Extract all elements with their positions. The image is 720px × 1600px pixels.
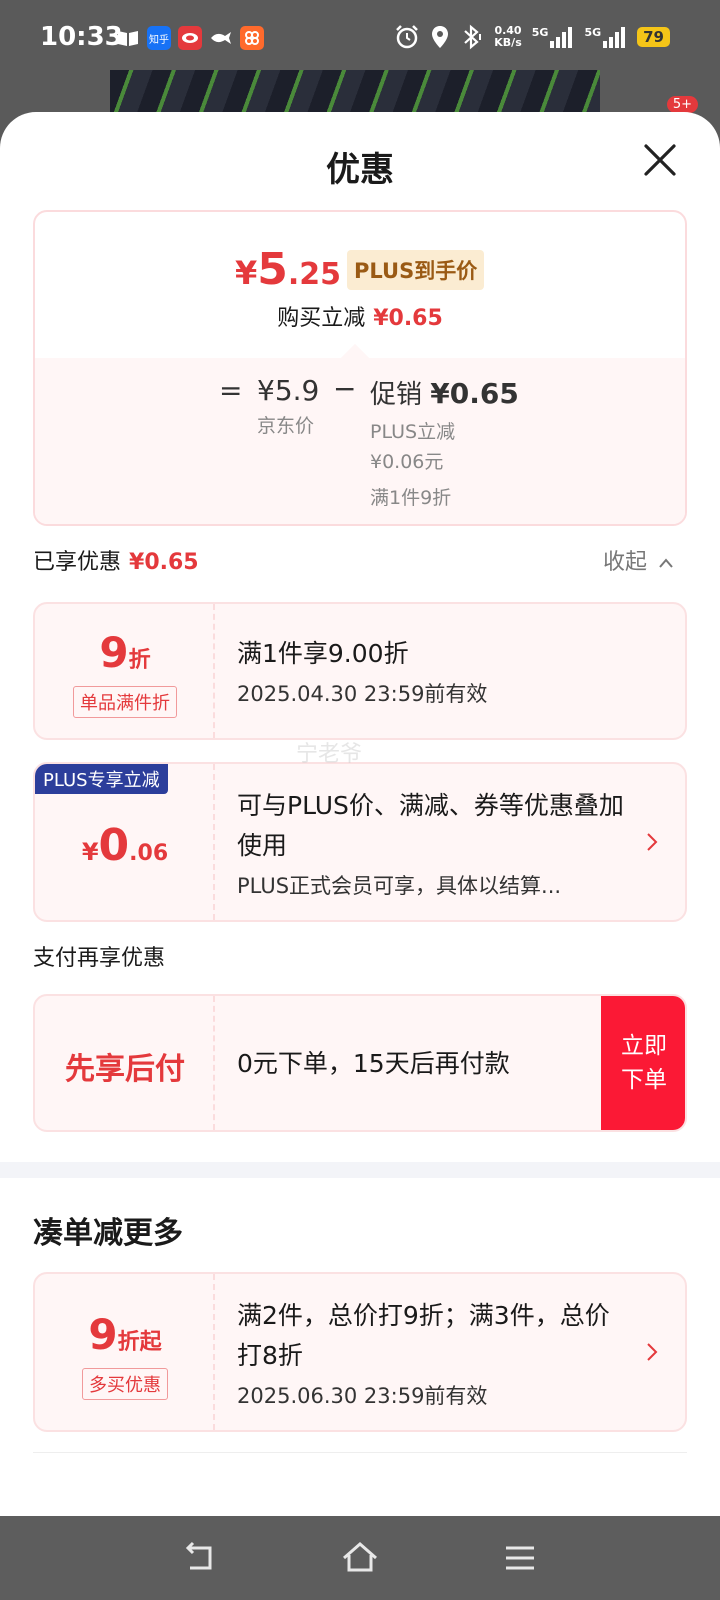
discount-rate: 9折 [99, 628, 151, 677]
signal-1: 5G [532, 26, 575, 48]
clock: 10:33 [40, 22, 123, 52]
bluetooth-icon [464, 24, 482, 50]
location-icon [432, 26, 449, 48]
home-icon[interactable] [340, 1538, 380, 1578]
chevron-right-icon [647, 833, 658, 851]
app-orange-icon [240, 26, 264, 50]
signal-2: 5G [584, 26, 627, 48]
coupon-plus[interactable]: PLUS专享立减 ¥0.06 可与PLUS价、满减、券等优惠叠加使用 PLUS正… [33, 762, 687, 922]
plus-ribbon: PLUS专享立减 [35, 764, 168, 794]
status-right: 0.40 KB/s 5G 5G 79 [394, 24, 670, 50]
collapse-button[interactable]: 收起 [603, 544, 674, 576]
coupon-expiry: 2025.04.30 23:59前有效 [237, 682, 488, 706]
net-speed: 0.40 KB/s [494, 24, 522, 49]
alarm-icon [396, 25, 419, 49]
pay-later-desc: 0元下单，15天后再付款 [237, 1049, 510, 1078]
status-bar: 10:33 知乎 0.40 KB/s 5G 5G 79 [0, 0, 720, 80]
chevron-up-icon [659, 558, 673, 568]
coupon-title: 满1件享9.00折 [237, 639, 409, 668]
reduce-line: 购买立减 ¥0.65 [277, 306, 443, 331]
coupon-multi-buy[interactable]: 9折起 多买优惠 满2件，总价打9折；满3件，总价打8折 2025.06.30 … [33, 1272, 687, 1432]
price-breakdown: = ¥5.9 京东价 − 促销 ¥0.65 PLUS立减 ¥0.06元 满1件9… [35, 343, 685, 524]
coupon-title: 满2件，总价打9折；满3件，总价打8折 [237, 1301, 610, 1370]
back-icon[interactable] [180, 1538, 220, 1578]
coupon-tag: 单品满件折 [73, 686, 177, 718]
app-red-icon [178, 26, 202, 50]
sheet-title: 优惠 [326, 150, 394, 190]
order-now-button[interactable]: 立即 下单 [601, 996, 685, 1130]
coupon-discount-9[interactable]: 9折 单品满件折 满1件享9.00折 2025.04.30 23:59前有效 [33, 602, 687, 740]
menu-icon[interactable] [500, 1538, 540, 1578]
pay-section-label: 支付再享优惠 [33, 946, 166, 971]
discount-rate: 9折起 [88, 1310, 162, 1359]
section-divider [0, 1162, 720, 1178]
watermark: 宁老爷 [296, 742, 363, 767]
message-badge: 5+ [666, 96, 698, 113]
jd-price: ¥5.9 京东价 [257, 374, 320, 437]
zhihu-icon: 知乎 [147, 26, 171, 50]
final-price: ¥5.25 [235, 244, 342, 295]
pay-later-title: 先享后付 [65, 1052, 185, 1087]
more-section-title: 凑单减更多 [33, 1216, 183, 1251]
coupon-tag: 多买优惠 [82, 1368, 168, 1400]
battery-indicator: 79 [637, 27, 670, 47]
enjoyed-discount: 已享优惠 ¥0.65 [33, 550, 199, 575]
navigation-bar [0, 1516, 720, 1600]
discount-sheet: 优惠 ¥5.25 PLUS到手价 购买立减 ¥0.65 = ¥5.9 京东价 − … [0, 112, 720, 1516]
pay-later-card[interactable]: 先享后付 0元下单，15天后再付款 立即 下单 [33, 994, 687, 1132]
price-summary-card: ¥5.25 PLUS到手价 购买立减 ¥0.65 = ¥5.9 京东价 − 促销 … [33, 210, 687, 526]
close-icon[interactable] [642, 142, 678, 178]
bottom-divider [33, 1452, 687, 1453]
promo-breakdown: 促销 ¥0.65 PLUS立减 ¥0.06元 满1件9折 [370, 377, 519, 509]
fish-icon [209, 26, 233, 50]
book-icon [116, 26, 140, 50]
coupon-note: PLUS正式会员可享，具体以结算... [237, 874, 562, 898]
plus-price-tag: PLUS到手价 [347, 250, 485, 290]
coupon-title: 可与PLUS价、满减、券等优惠叠加使用 [237, 791, 624, 860]
notification-icons: 知乎 [116, 26, 264, 50]
plus-amount: ¥0.06 [81, 820, 169, 871]
chevron-right-icon [647, 1343, 658, 1361]
coupon-expiry: 2025.06.30 23:59前有效 [237, 1384, 488, 1408]
